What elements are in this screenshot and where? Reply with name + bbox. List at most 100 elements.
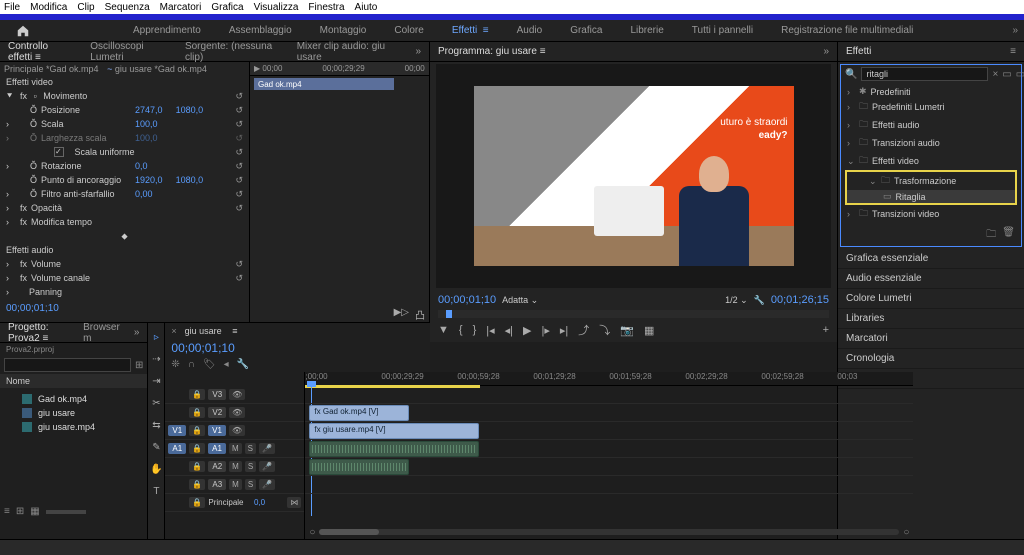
menu-view[interactable]: Visualizza [254, 2, 299, 13]
panel-history[interactable]: Cronologia [838, 349, 1024, 369]
pen-tool[interactable]: ✎ [148, 439, 164, 455]
fx-subfolder-transform[interactable]: ⌄🗀Trasformazione [847, 172, 1015, 190]
tab-project[interactable]: Progetto: Prova2 ≡ [8, 322, 69, 344]
tab-effect-controls[interactable]: Controllo effetti ≡ [8, 41, 76, 63]
panel-overflow-icon[interactable]: » [415, 46, 421, 57]
clear-search-icon[interactable]: × [992, 69, 998, 80]
ws-all-panels[interactable]: Tutti i pannelli [692, 25, 753, 36]
menu-graphics[interactable]: Grafica [211, 2, 243, 13]
fx-folder-video-transitions[interactable]: ›🗀Transizioni video [841, 205, 1021, 223]
ws-media-record[interactable]: Registrazione file multimediali [781, 25, 913, 36]
position-row[interactable]: Ŏ Posizione2747,0 1080,0↺ [6, 103, 243, 117]
selection-tool[interactable]: ▹ [148, 329, 164, 345]
rotation-row[interactable]: ›Ŏ Rotazione0,0↺ [6, 159, 243, 173]
project-search-input[interactable] [4, 358, 131, 372]
lift-icon[interactable]: ⤴ [578, 322, 589, 338]
fx-badge-icon[interactable]: ▭ [1002, 69, 1011, 80]
menu-window[interactable]: Finestra [308, 2, 344, 13]
clip-v1[interactable]: fx giu usare.mp4 [V] [309, 423, 479, 439]
comparison-view-icon[interactable]: ▦ [644, 324, 654, 337]
wrench-icon[interactable]: 🔧 [754, 295, 765, 306]
fx-folder-presets[interactable]: ›✱Predefiniti [841, 85, 1021, 98]
reset-icon[interactable]: ↺ [235, 189, 243, 200]
menu-clip[interactable]: Clip [77, 2, 94, 13]
clip-a2[interactable] [309, 459, 409, 475]
icon-view-icon[interactable]: ⊞ [16, 506, 24, 517]
uniform-scale-row[interactable]: Scala uniforme↺ [6, 145, 243, 159]
tab-media-browser[interactable]: Browser m [83, 322, 120, 344]
track-v1[interactable]: V1🔒V1👁 [165, 422, 304, 440]
reset-icon[interactable]: ↺ [235, 273, 243, 284]
fx-folder-audio-effects[interactable]: ›🗀Effetti audio [841, 116, 1021, 134]
reset-icon[interactable]: ↺ [235, 259, 243, 270]
sequence-name[interactable]: giu usare [185, 326, 222, 336]
fx-badge-icon[interactable]: ▭ [1016, 69, 1024, 80]
ec-play-icon[interactable]: ▶▷ [394, 307, 409, 322]
go-in-icon[interactable]: |◂ [486, 324, 494, 337]
bin-item[interactable]: Gad ok.mp4 [4, 392, 143, 406]
ec-clip-bar[interactable]: Gad ok.mp4 [254, 78, 394, 90]
menu-markers[interactable]: Marcatori [160, 2, 202, 13]
hand-tool[interactable]: ✋ [148, 461, 164, 477]
panel-menu-icon[interactable]: » [823, 46, 829, 57]
menu-edit[interactable]: Modifica [30, 2, 67, 13]
reset-icon[interactable]: ↺ [235, 203, 243, 214]
fx-folder-video-effects[interactable]: ⌄🗀Effetti video [841, 152, 1021, 170]
timeline-tracks[interactable]: ;00;0000;00;29;2900;00;59;2800;01;29;280… [305, 372, 913, 539]
ec-time-ruler[interactable]: ▶ 00;00 00;00;29;29 00;00 [250, 62, 429, 76]
slip-tool[interactable]: ⇆ [148, 417, 164, 433]
track-a1[interactable]: A1🔒A1MS🎤 [165, 440, 304, 458]
panel-essential-sound[interactable]: Audio essenziale [838, 269, 1024, 289]
fx-volume-row[interactable]: ›fx Volume↺ [6, 257, 243, 271]
play-icon[interactable]: ▶ [523, 324, 531, 337]
program-tc-right[interactable]: 00;01;26;15 [771, 294, 829, 306]
fx-channel-volume-row[interactable]: ›fx Volume canale↺ [6, 271, 243, 285]
ripple-edit-tool[interactable]: ⇥ [148, 373, 164, 389]
reset-icon[interactable]: ↺ [235, 91, 243, 102]
clip-v2[interactable]: fx Gad ok.mp4 [V] [309, 405, 409, 421]
razor-tool[interactable]: ✂ [148, 395, 164, 411]
menu-file[interactable]: File [4, 2, 20, 13]
zoom-slider[interactable] [46, 510, 86, 514]
track-v3[interactable]: 🔒V3👁 [165, 386, 304, 404]
track-master[interactable]: 🔒Principale 0,0⋈ [165, 494, 304, 512]
fit-dropdown[interactable]: Adatta ⌄ [502, 295, 538, 306]
ws-assembly[interactable]: Assemblaggio [229, 25, 292, 36]
fx-time-remap-row[interactable]: ›fx Modifica tempo [6, 215, 243, 229]
program-scrub-bar[interactable] [438, 310, 829, 318]
fx-opacity-row[interactable]: ›fx Opacità↺ [6, 201, 243, 215]
clip-a1[interactable] [309, 441, 479, 457]
bin-item[interactable]: giu usare [4, 406, 143, 420]
track-select-tool[interactable]: ⇢ [148, 351, 164, 367]
fx-effect-crop[interactable]: ▭Ritaglia [847, 190, 1015, 203]
bin-item[interactable]: giu usare.mp4 [4, 420, 143, 434]
anchor-row[interactable]: Ŏ Punto di ancoraggio1920,0 1080,0↺ [6, 173, 243, 187]
program-tc-left[interactable]: 00;00;01;10 [438, 294, 496, 306]
panel-libraries[interactable]: Libraries [838, 309, 1024, 329]
export-frame-icon[interactable]: 📷 [620, 324, 634, 337]
fx-panning-row[interactable]: › Panning [6, 285, 243, 299]
go-out-icon[interactable]: ▸| [560, 324, 568, 337]
extract-icon[interactable]: ⤵ [599, 322, 610, 338]
panel-overflow-icon[interactable]: » [134, 327, 140, 338]
drag-handle-icon[interactable]: ⬥ [121, 231, 127, 242]
track-v2[interactable]: 🔒V2👁 [165, 404, 304, 422]
app-menu-bar[interactable]: File Modifica Clip Sequenza Marcatori Gr… [0, 0, 1024, 14]
ws-effects[interactable]: Effetti ≡ [452, 25, 489, 36]
mark-out-icon[interactable]: } [473, 324, 477, 336]
bin-icon[interactable]: ⊞ [135, 360, 143, 371]
ws-editing[interactable]: Montaggio [320, 25, 367, 36]
project-column-name[interactable]: Nome [0, 374, 147, 388]
panel-markers[interactable]: Marcatori [838, 329, 1024, 349]
track-a3[interactable]: 🔒A3MS🎤 [165, 476, 304, 494]
button-editor-icon[interactable]: + [823, 324, 829, 336]
wrench-icon[interactable]: 🔧 [237, 359, 249, 370]
list-view-icon[interactable]: ≡ [4, 506, 10, 517]
flicker-row[interactable]: ›Ŏ Filtro anti-sfarfallio0,00↺ [6, 187, 243, 201]
reset-icon[interactable]: ↺ [235, 147, 243, 158]
settings-icon[interactable]: ◂ [224, 359, 229, 370]
fx-motion-row[interactable]: ⯆fx ▫ Movimento↺ [6, 89, 243, 103]
tab-program[interactable]: Programma: giu usare ≡ [438, 46, 546, 57]
track-a2[interactable]: 🔒A2MS🎤 [165, 458, 304, 476]
menu-help[interactable]: Aiuto [355, 2, 378, 13]
